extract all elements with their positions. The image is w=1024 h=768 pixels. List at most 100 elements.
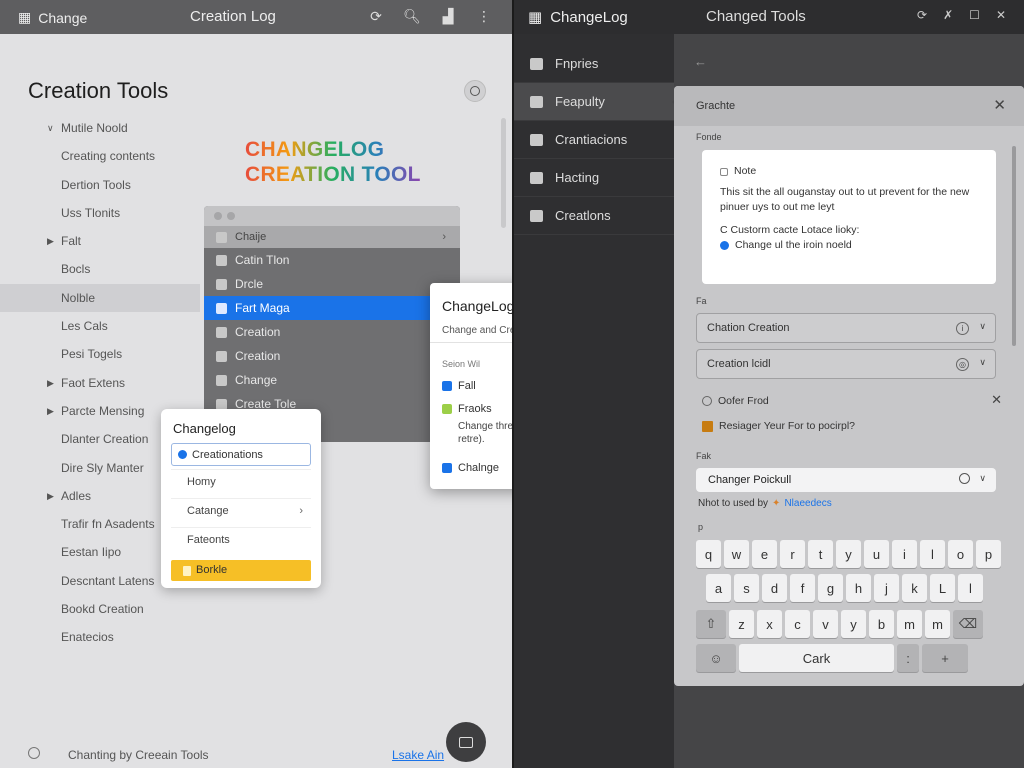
nav-item[interactable]: Dertion Tools (0, 171, 200, 199)
key[interactable]: y (836, 540, 861, 568)
key[interactable]: o (948, 540, 973, 568)
refresh-icon[interactable]: ⟳ (917, 8, 927, 22)
footer-link[interactable]: Lsake Ain (392, 748, 444, 762)
menu-item[interactable]: Drcle (204, 272, 460, 296)
dropdown-item-highlighted[interactable]: Borkle (171, 560, 311, 581)
app-menu[interactable]: ▦ ChangeLog (528, 8, 628, 27)
checkbox-icon[interactable] (442, 404, 452, 414)
back-arrow-icon[interactable]: ← (694, 54, 707, 69)
nav-item[interactable]: Nolble (0, 283, 200, 313)
sidebar-item[interactable]: Creatlons (514, 197, 674, 235)
more-icon[interactable]: ⋮ (476, 8, 492, 24)
search-icon[interactable] (959, 473, 970, 484)
key[interactable]: w (724, 540, 749, 568)
key[interactable]: e (752, 540, 777, 568)
nav-item[interactable]: ▶ Falt (0, 227, 200, 255)
key[interactable]: t (808, 540, 833, 568)
key[interactable]: Cark (739, 644, 894, 672)
dropdown-item[interactable]: Fateonts (171, 527, 311, 551)
close-icon[interactable]: ✕ (996, 8, 1006, 22)
key[interactable]: v (813, 610, 838, 638)
menu-item[interactable]: Creation (204, 320, 460, 344)
key[interactable]: c (785, 610, 810, 638)
chevron-right-icon[interactable]: ▶ (47, 482, 54, 510)
checkbox-icon[interactable] (442, 463, 452, 473)
key[interactable]: + (922, 644, 968, 672)
checkbox-icon[interactable] (442, 381, 452, 391)
hint-link[interactable]: Nlaeedecs (784, 498, 831, 509)
chevron-right-icon[interactable]: ▶ (47, 227, 54, 255)
key[interactable]: m (897, 610, 922, 638)
sidebar-item[interactable]: Crantiacions (514, 121, 674, 159)
key[interactable]: x (757, 610, 782, 638)
chart-icon[interactable]: ▟ (440, 8, 456, 24)
menu-header[interactable]: Chaije › (204, 226, 460, 248)
key[interactable]: z (729, 610, 754, 638)
chevron-right-icon[interactable]: ▶ (47, 369, 54, 397)
option-fraoks[interactable]: Fraoks (442, 403, 492, 415)
key[interactable]: a (706, 574, 731, 602)
scrollbar[interactable] (501, 118, 506, 228)
nav-item[interactable]: Bookd Creation (0, 595, 200, 623)
key[interactable]: ⌫ (953, 610, 983, 638)
nav-item[interactable]: Uss Tlonits (0, 199, 200, 227)
key[interactable]: l (920, 540, 945, 568)
key[interactable]: b (869, 610, 894, 638)
key[interactable]: q (696, 540, 721, 568)
app-menu[interactable]: ▦ Change (18, 9, 87, 26)
key[interactable]: : (897, 644, 919, 672)
key[interactable]: k (902, 574, 927, 602)
nav-item[interactable]: Les Cals (0, 312, 200, 340)
nav-item[interactable]: Pesi Togels (0, 340, 200, 368)
dropdown-item[interactable]: Homy (171, 469, 311, 493)
option-row[interactable]: Resiager Yeur For to pocirpl? (702, 420, 855, 432)
key[interactable]: s (734, 574, 759, 602)
dropdown-item[interactable]: Catange › (171, 498, 311, 522)
pin-icon[interactable]: ✗ (943, 8, 953, 22)
menu-item[interactable]: Creation (204, 344, 460, 368)
key[interactable]: i (892, 540, 917, 568)
scrollbar[interactable] (1012, 146, 1016, 346)
sidebar-item[interactable]: Feapulty (514, 83, 678, 121)
key[interactable]: r (780, 540, 805, 568)
key[interactable]: f (790, 574, 815, 602)
floating-action-button[interactable] (446, 722, 486, 762)
select-field[interactable]: Creation lcidl ◎ ∨ (696, 349, 996, 379)
options-button[interactable] (464, 80, 486, 102)
select-field[interactable]: Chation Creation i ∨ (696, 313, 996, 343)
menu-item[interactable]: Fart Maga (204, 296, 460, 320)
menu-item[interactable]: Catin Tlon (204, 248, 460, 272)
option-row[interactable]: Oofer Frod (702, 395, 769, 407)
radio-icon[interactable] (702, 396, 712, 406)
maximize-icon[interactable]: ☐ (969, 8, 980, 22)
key[interactable]: l (958, 574, 983, 602)
nav-item[interactable]: Enatecios (0, 623, 200, 651)
key[interactable]: u (864, 540, 889, 568)
key[interactable]: j (874, 574, 899, 602)
key[interactable]: y (841, 610, 866, 638)
sidebar-item[interactable]: Fnpries (514, 45, 674, 83)
search-input[interactable]: Changer Poickull ∨ (696, 468, 996, 492)
nav-item[interactable]: ▶ Faot Extens (0, 369, 200, 397)
key[interactable]: L (930, 574, 955, 602)
key[interactable]: ☺ (696, 644, 736, 672)
key[interactable]: h (846, 574, 871, 602)
key[interactable]: g (818, 574, 843, 602)
window-dot[interactable] (227, 212, 235, 220)
key[interactable]: m (925, 610, 950, 638)
chevron-down-icon[interactable]: ∨ (979, 473, 986, 484)
chevron-right-icon[interactable]: ▶ (47, 397, 54, 425)
key[interactable]: p (976, 540, 1001, 568)
refresh-icon[interactable]: ⟳ (368, 8, 384, 24)
dropdown-input[interactable]: Creationations (171, 443, 311, 466)
key[interactable]: d (762, 574, 787, 602)
window-dot[interactable] (214, 212, 222, 220)
chevron-down-icon[interactable]: ∨ (47, 114, 54, 142)
nav-item[interactable]: Bocls (0, 255, 200, 283)
nav-item[interactable]: ∨ Mutile Noold (0, 114, 200, 142)
nav-item[interactable]: Creating contents (0, 142, 200, 170)
menu-item[interactable]: Change (204, 368, 460, 392)
option-fall[interactable]: Fall (442, 380, 476, 392)
close-icon[interactable]: ✕ (991, 392, 1002, 408)
option-change[interactable]: Chalnge (442, 462, 499, 474)
